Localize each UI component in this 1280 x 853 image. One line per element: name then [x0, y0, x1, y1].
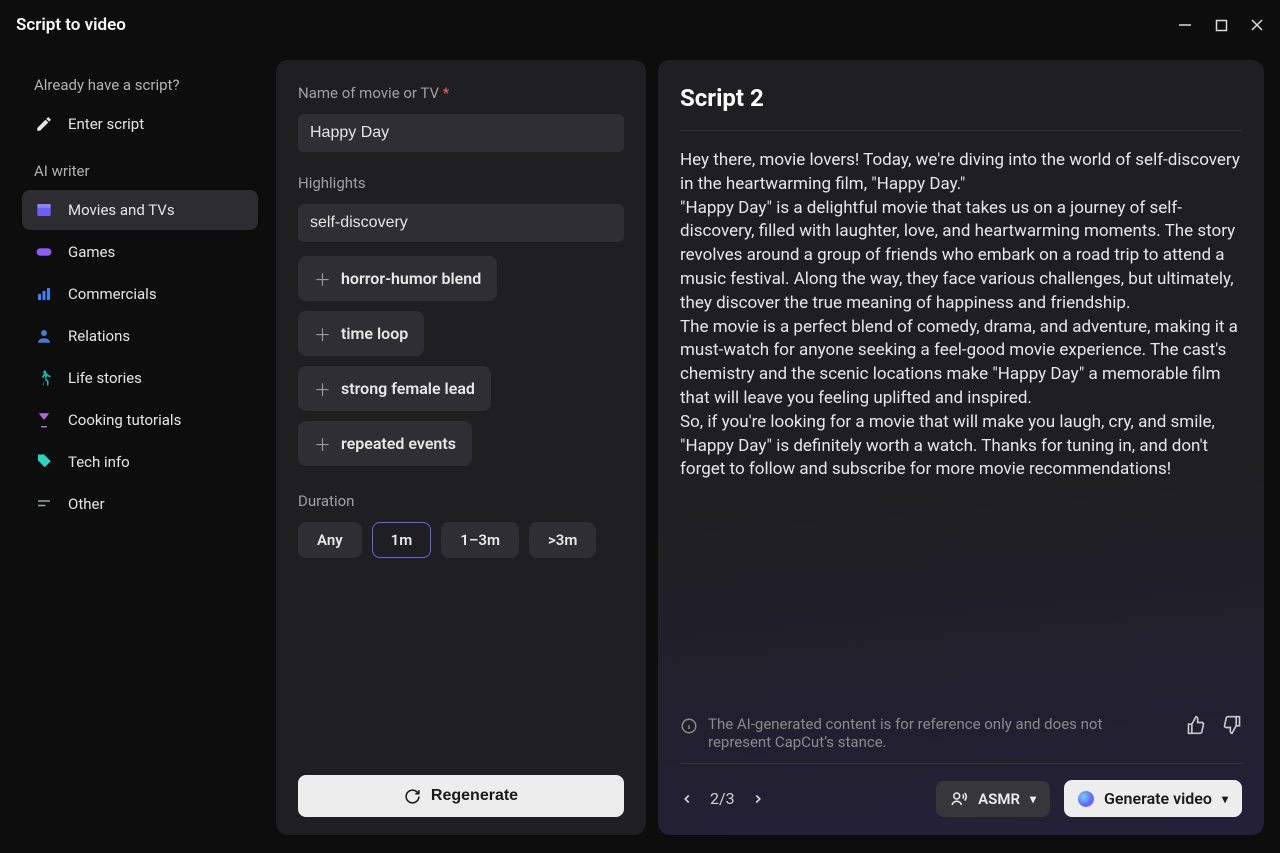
duration-gt3m[interactable]: >3m — [529, 522, 596, 558]
button-label: Regenerate — [431, 787, 518, 805]
sidebar-item-other[interactable]: Other — [22, 484, 258, 524]
sidebar-item-label: Life stories — [68, 369, 142, 387]
sidebar-item-enter-script[interactable]: Enter script — [22, 104, 258, 144]
app-title: Script to video — [16, 15, 126, 35]
form-panel: Name of movie or TV * Highlights ＋ horror… — [276, 60, 646, 835]
script-panel: Script 2 Hey there, movie lovers! Today,… — [658, 60, 1264, 835]
sidebar-item-life-stories[interactable]: Life stories — [22, 358, 258, 398]
chip-label: strong female lead — [341, 379, 475, 398]
chip-horror-humor[interactable]: ＋ horror-humor blend — [298, 256, 497, 301]
chevron-left-icon[interactable] — [680, 792, 694, 806]
sidebar-heading-ai: AI writer — [22, 154, 258, 188]
regenerate-button[interactable]: Regenerate — [298, 775, 624, 817]
chip-label: time loop — [341, 324, 408, 343]
sidebar-item-label: Enter script — [68, 115, 144, 133]
sidebar-item-label: Other — [68, 495, 105, 513]
name-label: Name of movie or TV * — [298, 84, 624, 102]
duration-options: Any 1m 1–3m >3m — [298, 522, 624, 558]
plus-icon: ＋ — [314, 376, 331, 401]
voice-label: ASMR — [978, 790, 1020, 808]
plus-icon: ＋ — [314, 266, 331, 291]
cocktail-icon — [34, 410, 54, 430]
sidebar-item-label: Relations — [68, 327, 130, 345]
chart-icon — [34, 284, 54, 304]
voice-select-button[interactable]: ASMR ▾ — [936, 781, 1050, 817]
orb-icon — [1078, 791, 1094, 807]
chevron-down-icon: ▾ — [1030, 792, 1036, 806]
sidebar-item-games[interactable]: Games — [22, 232, 258, 272]
person-icon — [34, 326, 54, 346]
refresh-icon — [404, 788, 421, 805]
script-title: Script 2 — [680, 84, 1242, 131]
duration-label: Duration — [298, 492, 624, 510]
pencil-icon — [34, 114, 54, 134]
plus-icon: ＋ — [314, 431, 331, 456]
chevron-down-icon: ▾ — [1222, 792, 1228, 806]
chip-label: horror-humor blend — [341, 269, 481, 288]
highlight-chips: ＋ horror-humor blend ＋ time loop ＋ strong f… — [298, 256, 624, 466]
maximize-icon[interactable] — [1214, 18, 1228, 32]
sidebar-item-label: Commercials — [68, 285, 157, 303]
plus-icon: ＋ — [314, 321, 331, 346]
minimize-icon[interactable] — [1178, 18, 1192, 32]
close-icon[interactable] — [1250, 18, 1264, 32]
duration-1m[interactable]: 1m — [372, 522, 432, 558]
sidebar-item-movies-and-tvs[interactable]: Movies and TVs — [22, 190, 258, 230]
sidebar-item-label: Movies and TVs — [68, 201, 175, 219]
disclaimer-row: The AI-generated content is for referenc… — [680, 703, 1242, 764]
chip-strong-female-lead[interactable]: ＋ strong female lead — [298, 366, 491, 411]
lines-icon — [34, 494, 54, 514]
sidebar-item-label: Tech info — [68, 453, 130, 471]
gamepad-icon — [34, 242, 54, 262]
voice-icon — [950, 790, 968, 808]
chip-repeated-events[interactable]: ＋ repeated events — [298, 421, 472, 466]
bottom-bar: 2/3 ASMR ▾ Generate video ▾ — [680, 764, 1242, 817]
sidebar-item-cooking-tutorials[interactable]: Cooking tutorials — [22, 400, 258, 440]
sidebar-item-tech-info[interactable]: Tech info — [22, 442, 258, 482]
chip-time-loop[interactable]: ＋ time loop — [298, 311, 424, 356]
highlights-input[interactable] — [298, 204, 624, 242]
script-body: Hey there, movie lovers! Today, we're di… — [680, 131, 1242, 697]
sidebar-item-label: Games — [68, 243, 115, 261]
sidebar-item-commercials[interactable]: Commercials — [22, 274, 258, 314]
feedback-row — [1186, 715, 1242, 739]
sidebar-item-label: Cooking tutorials — [68, 411, 181, 429]
sidebar: Already have a script? Enter script AI w… — [16, 60, 264, 835]
tag-icon — [34, 452, 54, 472]
movie-name-input[interactable] — [298, 114, 624, 152]
thumbs-up-icon[interactable] — [1186, 715, 1206, 739]
sidebar-heading-script: Already have a script? — [22, 68, 258, 102]
window-controls — [1178, 18, 1264, 32]
chevron-right-icon[interactable] — [751, 792, 765, 806]
chip-label: repeated events — [341, 434, 456, 453]
walking-icon — [34, 368, 54, 388]
info-icon — [680, 717, 698, 735]
clapper-icon — [34, 200, 54, 220]
button-label: Generate video — [1104, 789, 1212, 808]
highlights-label: Highlights — [298, 174, 624, 192]
duration-any[interactable]: Any — [298, 522, 362, 558]
duration-1-3m[interactable]: 1–3m — [441, 522, 519, 558]
disclaimer-text: The AI-generated content is for referenc… — [708, 715, 1128, 751]
generate-video-button[interactable]: Generate video ▾ — [1064, 780, 1242, 817]
thumbs-down-icon[interactable] — [1222, 715, 1242, 739]
sidebar-item-relations[interactable]: Relations — [22, 316, 258, 356]
titlebar: Script to video — [0, 0, 1280, 50]
pager-text: 2/3 — [710, 789, 735, 808]
pager: 2/3 — [680, 789, 765, 808]
